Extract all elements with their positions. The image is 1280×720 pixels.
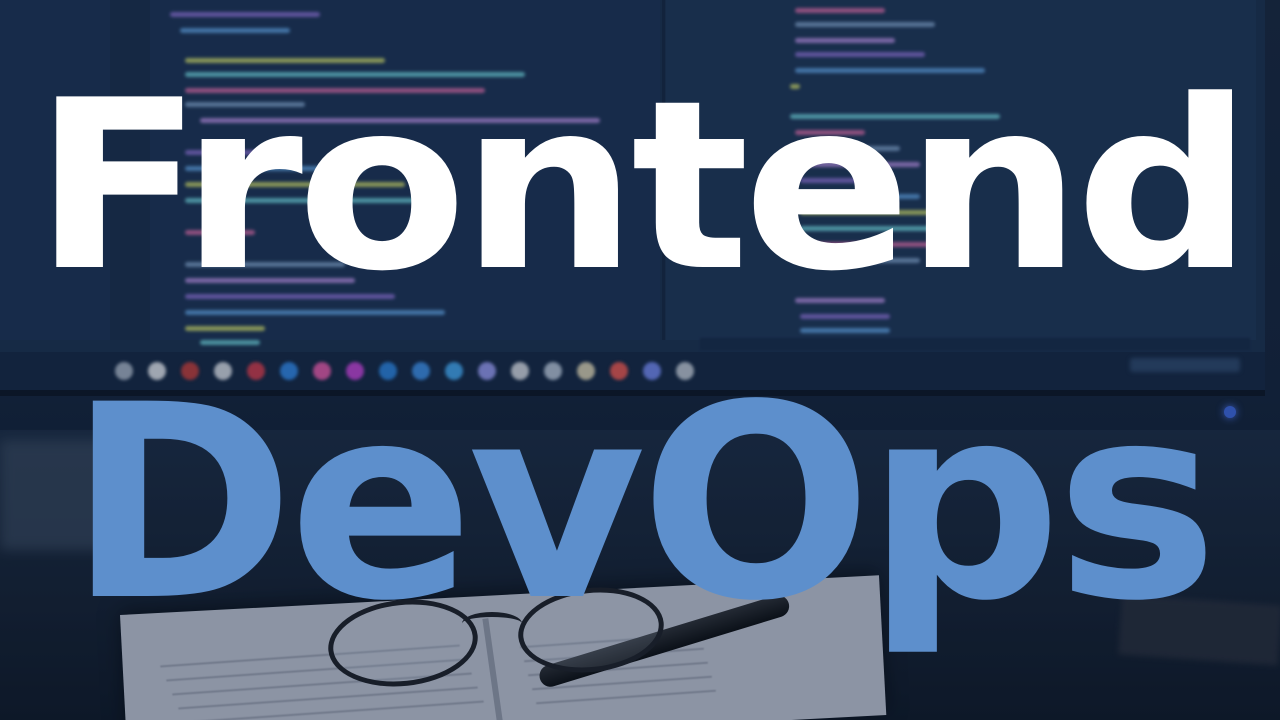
thumbnail-canvas: Frontend DevOps (0, 0, 1280, 720)
title-line-1: Frontend (33, 51, 1253, 323)
title-line-2: DevOps (67, 348, 1219, 660)
